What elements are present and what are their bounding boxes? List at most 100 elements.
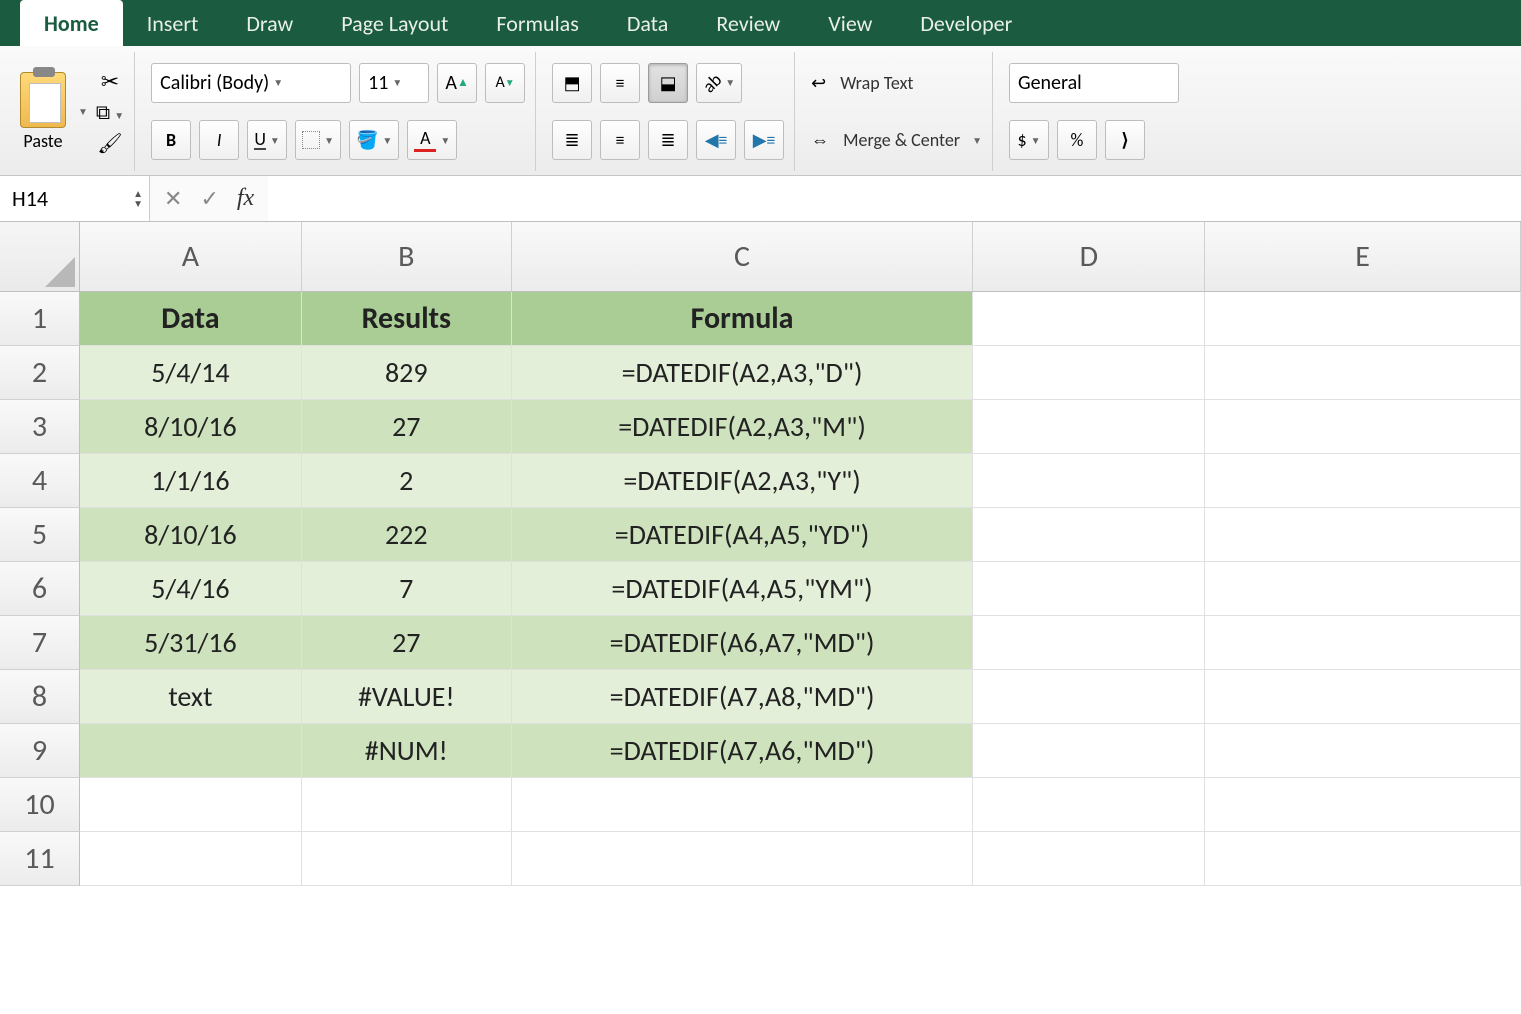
tab-page-layout[interactable]: Page Layout [317,0,472,46]
cell-E9[interactable] [1205,724,1521,778]
row-header-2[interactable]: 2 [0,346,80,400]
align-right-button[interactable]: ≣ [648,120,688,160]
cell-E10[interactable] [1205,778,1521,832]
row-header-6[interactable]: 6 [0,562,80,616]
cell-A3[interactable]: 8/10/16 [80,400,302,454]
cell-E3[interactable] [1205,400,1521,454]
cell-D5[interactable] [973,508,1205,562]
percent-button[interactable]: % [1057,120,1097,160]
row-header-11[interactable]: 11 [0,832,80,886]
cell-C6[interactable]: =DATEDIF(A4,A5,"YM") [512,562,974,616]
tab-home[interactable]: Home [20,0,123,46]
tab-review[interactable]: Review [692,0,804,46]
orientation-button[interactable]: ab▼ [696,63,742,103]
copy-icon[interactable]: ⧉▼ [96,101,124,125]
enter-icon[interactable]: ✓ [200,185,218,212]
cell-D1[interactable] [973,292,1205,346]
tab-draw[interactable]: Draw [222,0,317,46]
align-bottom-button[interactable]: ⬓ [648,63,688,103]
cell-C8[interactable]: =DATEDIF(A7,A8,"MD") [512,670,974,724]
cell-A2[interactable]: 5/4/14 [80,346,302,400]
row-header-3[interactable]: 3 [0,400,80,454]
name-box[interactable]: H14 ▲▼ [0,176,150,221]
cell-E1[interactable] [1205,292,1521,346]
currency-button[interactable]: $▼ [1009,120,1049,160]
row-header-8[interactable]: 8 [0,670,80,724]
cell-A6[interactable]: 5/4/16 [80,562,302,616]
cell-A10[interactable] [80,778,302,832]
cell-A5[interactable]: 8/10/16 [80,508,302,562]
select-all-corner[interactable] [0,222,80,292]
cell-C2[interactable]: =DATEDIF(A2,A3,"D") [512,346,974,400]
cell-E6[interactable] [1205,562,1521,616]
chevron-down-icon[interactable]: ▼ [78,105,88,118]
cell-A8[interactable]: text [80,670,302,724]
cell-E7[interactable] [1205,616,1521,670]
cell-D4[interactable] [973,454,1205,508]
cell-B8[interactable]: #VALUE! [302,670,512,724]
font-size-select[interactable]: 11▼ [359,63,429,103]
align-top-button[interactable]: ⬒ [552,63,592,103]
wrap-text-button[interactable]: Wrap Text [840,72,913,94]
column-header-C[interactable]: C [512,222,974,292]
cell-D7[interactable] [973,616,1205,670]
cell-B2[interactable]: 829 [302,346,512,400]
cell-E2[interactable] [1205,346,1521,400]
cell-D8[interactable] [973,670,1205,724]
cell-A9[interactable] [80,724,302,778]
format-painter-icon[interactable]: 🖌 [97,131,122,156]
cell-B11[interactable] [302,832,512,886]
increase-font-button[interactable]: A▲ [437,63,477,103]
cancel-icon[interactable]: ✕ [164,185,182,212]
cell-B10[interactable] [302,778,512,832]
formula-input[interactable] [268,176,1521,221]
align-middle-button[interactable]: ≡ [600,63,640,103]
cell-C5[interactable]: =DATEDIF(A4,A5,"YD") [512,508,974,562]
tab-developer[interactable]: Developer [896,0,1036,46]
font-name-select[interactable]: Calibri (Body)▼ [151,63,351,103]
cell-C7[interactable]: =DATEDIF(A6,A7,"MD") [512,616,974,670]
cell-D9[interactable] [973,724,1205,778]
font-color-button[interactable]: A▼ [407,120,457,160]
tab-data[interactable]: Data [603,0,693,46]
italic-button[interactable]: I [199,120,239,160]
cell-A7[interactable]: 5/31/16 [80,616,302,670]
row-header-4[interactable]: 4 [0,454,80,508]
name-box-spinner[interactable]: ▲▼ [133,189,143,209]
cell-E11[interactable] [1205,832,1521,886]
cell-B7[interactable]: 27 [302,616,512,670]
cell-D10[interactable] [973,778,1205,832]
cell-B9[interactable]: #NUM! [302,724,512,778]
column-header-D[interactable]: D [973,222,1205,292]
cell-C3[interactable]: =DATEDIF(A2,A3,"M") [512,400,974,454]
column-header-B[interactable]: B [302,222,512,292]
spreadsheet-grid[interactable]: ABCDE 1234567891011 DataResultsFormula5/… [0,222,1521,1014]
column-header-E[interactable]: E [1205,222,1521,292]
fx-icon[interactable]: fx [237,185,254,212]
underline-button[interactable]: U▼ [247,120,287,160]
comma-button[interactable]: ⟩ [1105,120,1145,160]
align-center-button[interactable]: ≡ [600,120,640,160]
cell-C4[interactable]: =DATEDIF(A2,A3,"Y") [512,454,974,508]
cell-B6[interactable]: 7 [302,562,512,616]
row-header-9[interactable]: 9 [0,724,80,778]
cell-D11[interactable] [973,832,1205,886]
chevron-down-icon[interactable]: ▼ [972,134,982,147]
align-left-button[interactable]: ≣ [552,120,592,160]
increase-indent-button[interactable]: ▶≡ [744,120,784,160]
cell-A1[interactable]: Data [80,292,302,346]
cell-E8[interactable] [1205,670,1521,724]
paste-button[interactable]: Paste [20,72,66,152]
tab-insert[interactable]: Insert [123,0,223,46]
borders-button[interactable]: ▼ [295,120,341,160]
cell-E4[interactable] [1205,454,1521,508]
cell-A4[interactable]: 1/1/16 [80,454,302,508]
tab-view[interactable]: View [804,0,896,46]
cut-icon[interactable]: ✂ [101,68,119,95]
cell-C1[interactable]: Formula [512,292,974,346]
cell-B4[interactable]: 2 [302,454,512,508]
row-header-5[interactable]: 5 [0,508,80,562]
bold-button[interactable]: B [151,120,191,160]
row-header-1[interactable]: 1 [0,292,80,346]
cell-B5[interactable]: 222 [302,508,512,562]
